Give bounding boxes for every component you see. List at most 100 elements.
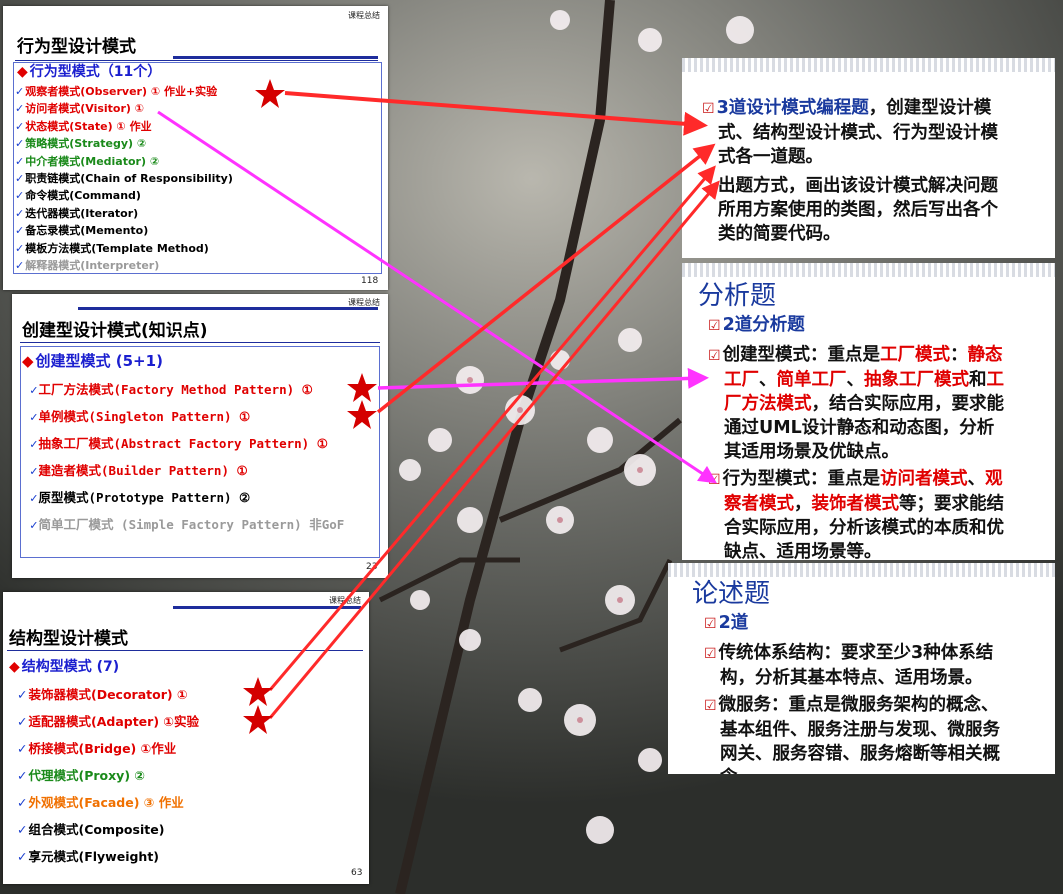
checkbox-bullet-icon: ☑	[704, 646, 717, 662]
page-number: 63	[351, 868, 363, 878]
pattern-label: 状态模式(State) ① 作业	[25, 119, 152, 133]
pattern-item: ✓组合模式(Composite)	[17, 819, 164, 838]
check-bullet-icon: ✓	[17, 822, 28, 837]
course-label: 课程总结	[329, 596, 361, 605]
check-bullet-icon: ✓	[15, 189, 25, 203]
pattern-item: ✓适配器模式(Adapter) ①实验	[17, 711, 199, 730]
checkbox-bullet-icon: ☑	[704, 616, 717, 632]
pattern-label: 工厂方法模式(Factory Method Pattern) ①	[38, 382, 313, 397]
pattern-label: 解释器模式(Interpreter)	[25, 259, 160, 272]
check-bullet-icon: ✓	[30, 436, 38, 451]
check-bullet-icon: ✓	[15, 206, 25, 220]
check-bullet-icon: ✓	[17, 741, 28, 756]
diamond-bullet-icon: ◆	[17, 64, 28, 80]
pattern-label: 享元模式(Flyweight)	[28, 849, 160, 864]
pattern-item: ✓访问者模式(Visitor) ①	[15, 100, 144, 116]
pattern-item: ✓中介者模式(Mediator) ②	[15, 153, 159, 169]
question-format-point: 出题方式，画出该设计模式解决问题 所用方案使用的类图，然后写出各个 类的简要代码…	[718, 176, 998, 244]
title-rule	[78, 307, 378, 310]
check-bullet-icon: ✓	[17, 795, 28, 810]
pattern-label: 中介者模式(Mediator) ②	[25, 154, 160, 168]
section-title: 分析题	[698, 281, 777, 311]
page-number: 118	[361, 276, 379, 286]
pattern-item: ✓享元模式(Flyweight)	[17, 846, 159, 865]
check-bullet-icon: ✓	[30, 463, 38, 478]
pattern-label: 单例模式(Singleton Pattern) ①	[38, 409, 251, 424]
pattern-item: ✓策略模式(Strategy) ②	[15, 135, 146, 151]
pattern-label: 访问者模式(Visitor) ①	[25, 102, 145, 116]
pattern-item: ✓工厂方法模式(Factory Method Pattern) ①	[30, 379, 313, 398]
check-bullet-icon: ✓	[15, 241, 25, 255]
check-bullet-icon: ✓	[17, 849, 28, 864]
pattern-label: 适配器模式(Adapter) ①实验	[28, 714, 199, 729]
course-label: 课程总结	[348, 11, 380, 20]
checkbox-bullet-icon: ☑	[708, 348, 721, 364]
checkbox-bullet-icon: ☑	[704, 698, 717, 714]
behavioral-patterns-slide: 课程总结 行为型设计模式 ◆ 行为型模式（11个） 118 ✓观察者模式(Obse…	[3, 6, 388, 290]
pattern-label: 迭代器模式(Iterator)	[25, 206, 139, 220]
pattern-label: 建造者模式(Builder Pattern) ①	[38, 463, 248, 478]
section-heading: ◆ 结构型模式 (7)	[9, 659, 120, 675]
pattern-item: ✓状态模式(State) ① 作业	[15, 118, 152, 134]
pattern-item: ✓命令模式(Command)	[15, 187, 141, 203]
checkbox-bullet-icon: ☑	[708, 472, 721, 488]
check-bullet-icon: ✓	[15, 172, 25, 185]
pattern-item: ✓职责链模式(Chain of Responsibility)	[15, 170, 233, 186]
section-title: 论述题	[692, 579, 771, 609]
creational-patterns-slide: 课程总结 创建型设计模式(知识点) ◆ 创建型模式 (5+1) 23 ✓工厂方法模…	[12, 294, 388, 578]
pattern-item: ✓桥接模式(Bridge) ①作业	[17, 738, 176, 757]
check-bullet-icon: ✓	[15, 259, 25, 272]
pattern-item: ✓观察者模式(Observer) ① 作业+实验	[15, 83, 217, 99]
check-bullet-icon: ✓	[17, 714, 28, 729]
pattern-label: 外观模式(Facade) ③ 作业	[28, 795, 184, 810]
pattern-item: ✓抽象工厂模式(Abstract Factory Pattern) ①	[30, 433, 328, 452]
pattern-item: ✓原型模式(Prototype Pattern) ②	[30, 487, 250, 506]
creational-analysis-point: ☑ 创建型模式：重点是工厂模式：静态 工厂、简单工厂、抽象工厂模式和工 厂方法模式…	[708, 345, 1004, 462]
pattern-item: ✓迭代器模式(Iterator)	[15, 205, 138, 221]
pattern-item: ✓解释器模式(Interpreter)	[15, 257, 159, 273]
section-heading: ◆ 创建型模式 (5+1)	[22, 352, 163, 370]
analysis-questions-panel: 分析题 ☑ 2道分析题 ☑ 创建型模式：重点是工厂模式：静态 工厂、简单工厂、抽象工…	[682, 263, 1055, 560]
page-number: 23	[366, 562, 378, 572]
essay-questions-panel: 论述题 ☑ 2道 ☑ 传统体系结构：要求至少3种体系结 构，分析其基本特点、适用场景…	[668, 563, 1055, 774]
pattern-item: ✓建造者模式(Builder Pattern) ①	[30, 460, 248, 479]
check-bullet-icon: ✓	[15, 224, 25, 238]
pattern-label: 职责链模式(Chain of Responsibility)	[25, 172, 233, 185]
check-bullet-icon: ✓	[15, 137, 25, 151]
slide-title: 结构型设计模式	[9, 629, 128, 649]
behavioral-analysis-point: ☑ 行为型模式：重点是访问者模式、观 察者模式，装饰者模式等；要求能结 合实际应用…	[708, 469, 1004, 560]
microservices-point: ☑ 微服务：重点是微服务架构的概念、 基本组件、服务注册与发现、微服务 网关、服务…	[704, 695, 1000, 774]
structural-patterns-slide: 课程总结 结构型设计模式 ◆ 结构型模式 (7) 63 ✓装饰器模式(Decora…	[3, 592, 369, 884]
check-bullet-icon: ✓	[30, 517, 38, 532]
check-bullet-icon: ✓	[17, 768, 28, 783]
pattern-label: 组合模式(Composite)	[28, 822, 165, 837]
check-bullet-icon: ✓	[15, 154, 25, 168]
diamond-bullet-icon: ◆	[22, 352, 34, 370]
essay-count: ☑ 2道	[704, 613, 749, 633]
title-rule	[173, 606, 361, 609]
checkbox-bullet-icon: ☑	[708, 318, 721, 334]
check-bullet-icon: ✓	[15, 119, 25, 133]
pattern-label: 策略模式(Strategy) ②	[25, 137, 147, 151]
decorative-band	[682, 58, 1055, 72]
pattern-item: ✓外观模式(Facade) ③ 作业	[17, 792, 184, 811]
pattern-item: ✓备忘录模式(Memento)	[15, 222, 148, 238]
pattern-item: ✓单例模式(Singleton Pattern) ①	[30, 406, 250, 425]
pattern-label: 抽象工厂模式(Abstract Factory Pattern) ①	[38, 436, 328, 451]
pattern-item: ✓模板方法模式(Template Method)	[15, 240, 209, 256]
programming-question-point: ☑ 3道设计模式编程题，创建型设计模 式、结构型设计模式、行为型设计模 式各一道题…	[702, 98, 998, 167]
analysis-count: ☑ 2道分析题	[708, 315, 805, 335]
check-bullet-icon: ✓	[30, 382, 38, 397]
pattern-label: 备忘录模式(Memento)	[25, 224, 149, 238]
pattern-item: ✓装饰器模式(Decorator) ①	[17, 684, 188, 703]
title-rule-thin	[20, 342, 380, 343]
traditional-architecture-point: ☑ 传统体系结构：要求至少3种体系结 构，分析其基本特点、适用场景。	[704, 643, 994, 688]
slide-title: 创建型设计模式(知识点)	[22, 321, 208, 341]
pattern-label: 观察者模式(Observer) ① 作业+实验	[25, 85, 218, 98]
check-bullet-icon: ✓	[30, 490, 38, 505]
section-heading: ◆ 行为型模式（11个）	[17, 64, 162, 80]
pattern-label: 代理模式(Proxy) ②	[28, 768, 145, 783]
check-bullet-icon: ✓	[17, 687, 28, 702]
check-bullet-icon: ✓	[15, 85, 25, 98]
slide-title: 行为型设计模式	[17, 37, 136, 57]
